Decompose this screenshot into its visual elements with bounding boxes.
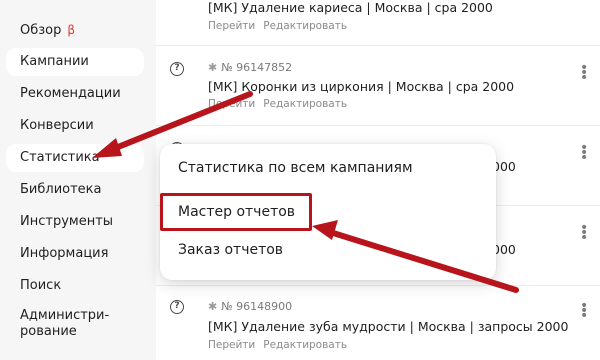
- sidebar-item-tools[interactable]: Инструменты: [6, 208, 144, 236]
- table-row[interactable]: ? ✱ № 96147852 [МК] Коронки из циркония |…: [156, 46, 600, 126]
- more-menu-icon[interactable]: • • •: [580, 141, 588, 165]
- campaign-title[interactable]: [МК] Коронки из циркония | Москва | cpa …: [208, 79, 514, 94]
- campaign-links: Перейти Редактировать: [208, 20, 347, 32]
- table-row[interactable]: [МК] Удаление кариеса | Москва | cpa 200…: [156, 0, 600, 46]
- campaign-title[interactable]: [МК] Удаление кариеса | Москва | cpa 200…: [208, 0, 493, 15]
- sidebar-item-label: рование: [20, 324, 77, 339]
- sidebar-item-label: Статистика: [20, 150, 100, 165]
- campaign-id: ✱ № 96147852: [208, 61, 293, 74]
- campaign-links: Перейти Редактировать: [208, 98, 347, 110]
- sidebar-item-label: Информация: [20, 246, 109, 261]
- go-link[interactable]: Перейти: [208, 20, 255, 32]
- sidebar-item-campaigns[interactable]: Кампании: [6, 48, 144, 76]
- edit-link[interactable]: Редактировать: [263, 339, 347, 351]
- sidebar: Обзор β Кампании Рекомендации Конверсии С…: [0, 0, 156, 360]
- sidebar-item-information[interactable]: Информация: [6, 240, 144, 268]
- sidebar-item-label: Инструменты: [20, 214, 114, 229]
- sidebar-item-label: Обзор: [20, 23, 62, 38]
- edit-link[interactable]: Редактировать: [263, 98, 347, 110]
- sidebar-item-conversions[interactable]: Конверсии: [6, 112, 144, 140]
- help-icon[interactable]: ?: [170, 62, 184, 76]
- menu-item-all-campaigns-stats[interactable]: Статистика по всем кампаниям: [178, 160, 413, 176]
- go-link[interactable]: Перейти: [208, 98, 255, 110]
- campaign-links: Перейти Редактировать: [208, 339, 347, 351]
- table-row[interactable]: ? ✱ № 96148900 [МК] Удаление зуба мудрост…: [156, 286, 600, 360]
- sidebar-item-library[interactable]: Библиотека: [6, 176, 144, 204]
- sidebar-item-search[interactable]: Поиск: [6, 272, 144, 300]
- more-menu-icon[interactable]: • • •: [580, 221, 588, 245]
- star-icon: ✱: [208, 61, 218, 74]
- sidebar-item-recommendations[interactable]: Рекомендации: [6, 80, 144, 108]
- sidebar-item-label: Кампании: [20, 54, 89, 69]
- campaign-title[interactable]: [МК] Удаление зуба мудрости | Москва | з…: [208, 319, 568, 334]
- campaign-id: ✱ № 96148900: [208, 300, 293, 313]
- sidebar-item-label: Библиотека: [20, 182, 102, 197]
- sidebar-item-label: Администри-: [20, 308, 110, 323]
- menu-item-order-reports[interactable]: Заказ отчетов: [178, 242, 283, 258]
- more-menu-icon[interactable]: • • •: [580, 61, 588, 85]
- sidebar-item-administration[interactable]: Администри- рование: [6, 304, 144, 352]
- go-link[interactable]: Перейти: [208, 339, 255, 351]
- star-icon: ✱: [208, 300, 218, 313]
- sidebar-item-label: Рекомендации: [20, 86, 121, 101]
- sidebar-item-label: Конверсии: [20, 118, 94, 133]
- sidebar-item-label: Поиск: [20, 278, 62, 293]
- sidebar-item-overview[interactable]: Обзор β: [6, 16, 144, 44]
- sidebar-item-statistics[interactable]: Статистика: [6, 144, 144, 172]
- edit-link[interactable]: Редактировать: [263, 20, 347, 32]
- more-menu-icon[interactable]: • • •: [580, 299, 588, 323]
- beta-badge: β: [67, 23, 76, 37]
- highlight-box: [160, 193, 312, 231]
- help-icon[interactable]: ?: [170, 300, 184, 314]
